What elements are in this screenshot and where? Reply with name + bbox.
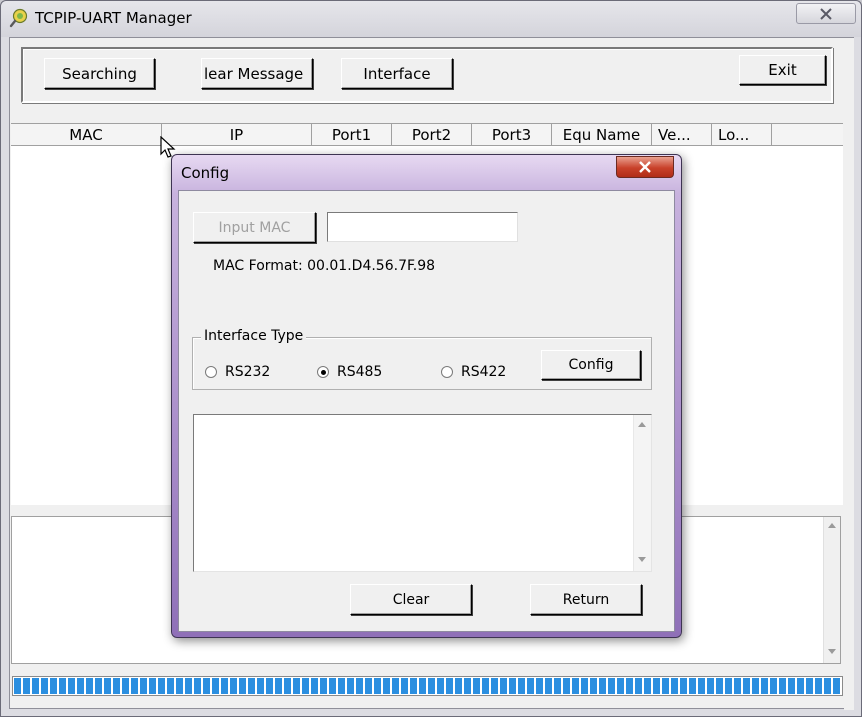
clear-message-button[interactable]: lear Message — [201, 58, 313, 89]
progress-bar — [12, 676, 843, 696]
radio-rs485-label: RS485 — [337, 364, 383, 380]
clear-button[interactable]: Clear — [350, 584, 472, 615]
interface-type-legend: Interface Type — [201, 328, 307, 344]
close-icon — [820, 7, 832, 20]
return-button[interactable]: Return — [530, 584, 642, 615]
radio-button-icon[interactable] — [205, 366, 217, 378]
radio-rs232-label: RS232 — [225, 364, 271, 380]
radio-rs232[interactable]: RS232 — [205, 364, 270, 380]
device-list-header: MAC IP Port1 Port2 Port3 Equ Name Ve... … — [11, 124, 843, 146]
radio-rs422[interactable]: RS422 — [441, 364, 506, 380]
radio-rs485[interactable]: RS485 — [317, 364, 382, 380]
column-header-version[interactable]: Ve... — [652, 124, 712, 145]
column-header-equ-name[interactable]: Equ Name — [552, 124, 652, 145]
column-header-port1[interactable]: Port1 — [312, 124, 392, 145]
input-mac-button[interactable]: Input MAC — [193, 212, 316, 243]
mac-format-label: MAC Format: 00.01.D4.56.7F.98 — [213, 258, 436, 274]
radio-button-icon[interactable] — [441, 366, 453, 378]
interface-button[interactable]: Interface — [341, 58, 453, 89]
app-icon — [9, 8, 28, 28]
exit-button[interactable]: Exit — [739, 55, 826, 85]
scroll-up-icon[interactable] — [638, 422, 646, 427]
message-log-scrollbar[interactable] — [823, 517, 840, 663]
interface-type-group: Interface Type RS232 RS485 RS422 Config — [192, 328, 652, 390]
column-header-mac[interactable]: MAC — [11, 124, 162, 145]
mouse-cursor-icon — [160, 136, 176, 158]
progress-fill — [14, 678, 841, 694]
title-bar[interactable]: TCPIP-UART Manager — [1, 1, 861, 37]
dialog-output-scrollbar[interactable] — [633, 415, 651, 571]
close-icon — [639, 161, 651, 173]
config-dialog: Config Input MAC MAC Format: 00.01.D4.56… — [171, 154, 682, 638]
window-close-button[interactable] — [796, 3, 856, 24]
column-header-port3[interactable]: Port3 — [472, 124, 552, 145]
dialog-close-button[interactable] — [616, 156, 674, 178]
radio-button-selected-icon[interactable] — [317, 366, 329, 378]
column-header-location[interactable]: Lo... — [712, 124, 772, 145]
window-title: TCPIP-UART Manager — [35, 9, 192, 27]
dialog-output-textbox[interactable] — [193, 414, 652, 572]
config-button[interactable]: Config — [541, 350, 641, 380]
dialog-title: Config — [181, 164, 230, 182]
scroll-down-icon[interactable] — [828, 649, 836, 654]
column-header-port2[interactable]: Port2 — [392, 124, 472, 145]
scroll-down-icon[interactable] — [638, 557, 646, 562]
radio-rs422-label: RS422 — [461, 364, 507, 380]
window-side-strip — [844, 38, 854, 710]
mac-input[interactable] — [327, 212, 518, 242]
column-header-ip[interactable]: IP — [162, 124, 312, 145]
searching-button[interactable]: Searching — [44, 58, 155, 89]
toolbar-group: Searching lear Message Interface Exit — [21, 47, 833, 103]
scroll-up-icon[interactable] — [828, 523, 836, 528]
dialog-client-area: Input MAC MAC Format: 00.01.D4.56.7F.98 … — [178, 190, 675, 632]
